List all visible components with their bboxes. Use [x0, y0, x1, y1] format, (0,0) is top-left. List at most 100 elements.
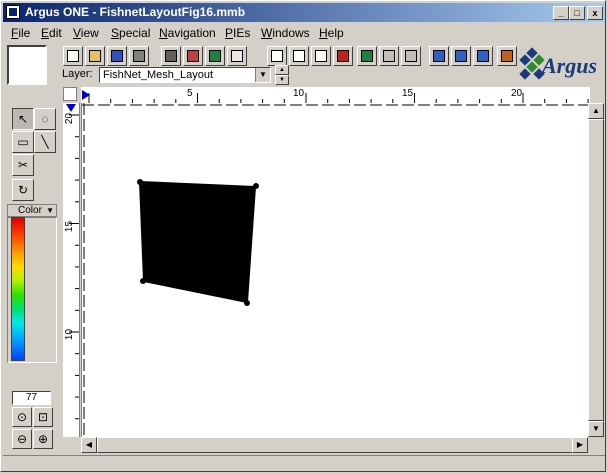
window-title: Argus ONE - FishnetLayoutFig16.mmb	[25, 5, 246, 19]
app-window: Argus ONE - FishnetLayoutFig16.mmb _ □ x…	[0, 0, 606, 472]
scroll-left-icon[interactable]: ◀	[81, 437, 97, 453]
ruler-label-5: 5	[187, 88, 193, 99]
network-icon[interactable]	[497, 46, 517, 66]
vertex-point	[244, 300, 250, 306]
chevron-down-icon[interactable]: ▼	[255, 68, 270, 82]
split-glyph	[271, 50, 283, 62]
menu-help[interactable]: Help	[319, 26, 344, 40]
vertical-scrollbar[interactable]: ▲ ▼	[588, 103, 604, 437]
menu-special[interactable]: Special	[111, 26, 150, 40]
zoom-in-icon[interactable]: ⊕	[33, 429, 53, 449]
zoom-value-field[interactable]: 77	[12, 391, 51, 405]
maximize-button[interactable]: □	[569, 6, 585, 20]
color-scale	[11, 217, 25, 361]
canvas-drawing	[82, 103, 589, 437]
mesh-add-icon[interactable]	[401, 46, 421, 66]
drawing-canvas[interactable]	[81, 103, 589, 437]
mesh-add-glyph	[405, 50, 417, 62]
scroll-up-icon[interactable]: ▲	[588, 103, 604, 119]
zoom-tool-icon[interactable]: ⊙	[12, 407, 32, 427]
spin-up-icon[interactable]: ▲	[275, 65, 289, 75]
open-icon[interactable]	[85, 46, 105, 66]
ruler-label-15: 15	[402, 88, 414, 99]
delete-glyph	[337, 50, 349, 62]
layer-select[interactable]: FishNet_Mesh_Layout ▼	[99, 67, 271, 83]
layer-select-value: FishNet_Mesh_Layout	[103, 69, 214, 81]
top-ruler: 5 10 15 20	[81, 87, 590, 104]
left-ruler: 20 15 10	[63, 103, 80, 437]
scroll-down-icon[interactable]: ▼	[588, 421, 604, 437]
fishnet-quad-shape	[139, 181, 256, 303]
print-icon[interactable]	[129, 46, 149, 66]
menu-bar: File Edit View Special Navigation PIEs Windows…	[3, 24, 605, 42]
book-icon[interactable]	[357, 46, 377, 66]
mesh-edit-glyph	[383, 50, 395, 62]
app-icon[interactable]	[6, 5, 20, 19]
chart-glyph	[315, 50, 327, 62]
edit-eye-icon[interactable]	[451, 46, 471, 66]
menu-file[interactable]: File	[11, 26, 30, 40]
split-icon[interactable]	[267, 46, 287, 66]
chart-icon[interactable]	[311, 46, 331, 66]
menu-edit[interactable]: Edit	[41, 26, 62, 40]
print-glyph	[133, 50, 145, 62]
eye-icon[interactable]	[429, 46, 449, 66]
pie-icon[interactable]	[183, 46, 203, 66]
new-icon[interactable]	[63, 46, 83, 66]
save-glyph	[111, 50, 123, 62]
menu-navigation[interactable]: Navigation	[159, 26, 216, 40]
new-glyph	[67, 50, 79, 62]
layers-glyph	[209, 50, 221, 62]
ruler-label-10: 10	[293, 88, 305, 99]
eye-glyph	[433, 50, 445, 62]
save-icon[interactable]	[107, 46, 127, 66]
scroll-right-icon[interactable]: ▶	[572, 437, 588, 453]
layer-label: Layer:	[62, 68, 93, 80]
argus-logo: Argus	[518, 45, 606, 83]
color-label: Color	[18, 205, 42, 216]
vertex-point	[253, 183, 259, 189]
menu-pies[interactable]: PIEs	[225, 26, 250, 40]
ruler-marker-icon[interactable]	[81, 89, 91, 101]
calc-icon[interactable]	[473, 46, 493, 66]
chevron-down-icon[interactable]: ▼	[46, 205, 54, 216]
vertical-scroll-thumb[interactable]	[588, 119, 604, 421]
minimize-button[interactable]: _	[553, 6, 569, 20]
lasso-icon[interactable]: ◌	[34, 108, 56, 130]
find-icon[interactable]	[161, 46, 181, 66]
menu-windows[interactable]: Windows	[261, 26, 310, 40]
find-glyph	[165, 50, 177, 62]
horizontal-scrollbar[interactable]: ◀ ▶	[81, 437, 588, 453]
mesh-edit-icon[interactable]	[379, 46, 399, 66]
color-dropdown[interactable]: Color ▼	[7, 204, 57, 217]
ruler-label-v15: 15	[64, 220, 76, 233]
delete-icon[interactable]	[333, 46, 353, 66]
left-ruler-ticks	[69, 114, 79, 420]
book-glyph	[361, 50, 373, 62]
rectangle-select-icon[interactable]: ▭	[12, 131, 34, 153]
table-glyph	[293, 50, 305, 62]
horizontal-scroll-thumb[interactable]	[97, 437, 573, 453]
zoom-fit-icon[interactable]: ⊡	[33, 407, 53, 427]
title-bar[interactable]: Argus ONE - FishnetLayoutFig16.mmb _ □ x	[3, 3, 605, 22]
rotate-tool-icon[interactable]: ↻	[12, 179, 34, 201]
line-tool-icon[interactable]: ╲	[34, 131, 56, 153]
network-glyph	[501, 50, 513, 62]
logo-text: Argus	[542, 53, 598, 78]
ruler-label-v10: 10	[64, 328, 76, 341]
scissors-icon[interactable]: ✂	[12, 154, 34, 176]
vertex-point	[140, 278, 146, 284]
layers-icon[interactable]	[205, 46, 225, 66]
zoom-out-icon[interactable]: ⊖	[12, 429, 32, 449]
ruler-label-20: 20	[511, 88, 523, 99]
select-arrow-icon[interactable]: ↖	[12, 108, 34, 130]
layer-spinner[interactable]: ▲ ▼	[275, 65, 289, 85]
calc-glyph	[477, 50, 489, 62]
table-icon[interactable]	[289, 46, 309, 66]
grid-icon[interactable]	[227, 46, 247, 66]
preview-box	[7, 45, 47, 85]
menu-view[interactable]: View	[73, 26, 99, 40]
spin-down-icon[interactable]: ▼	[275, 75, 289, 85]
close-button[interactable]: x	[587, 6, 603, 20]
ruler-corner[interactable]	[63, 87, 77, 101]
